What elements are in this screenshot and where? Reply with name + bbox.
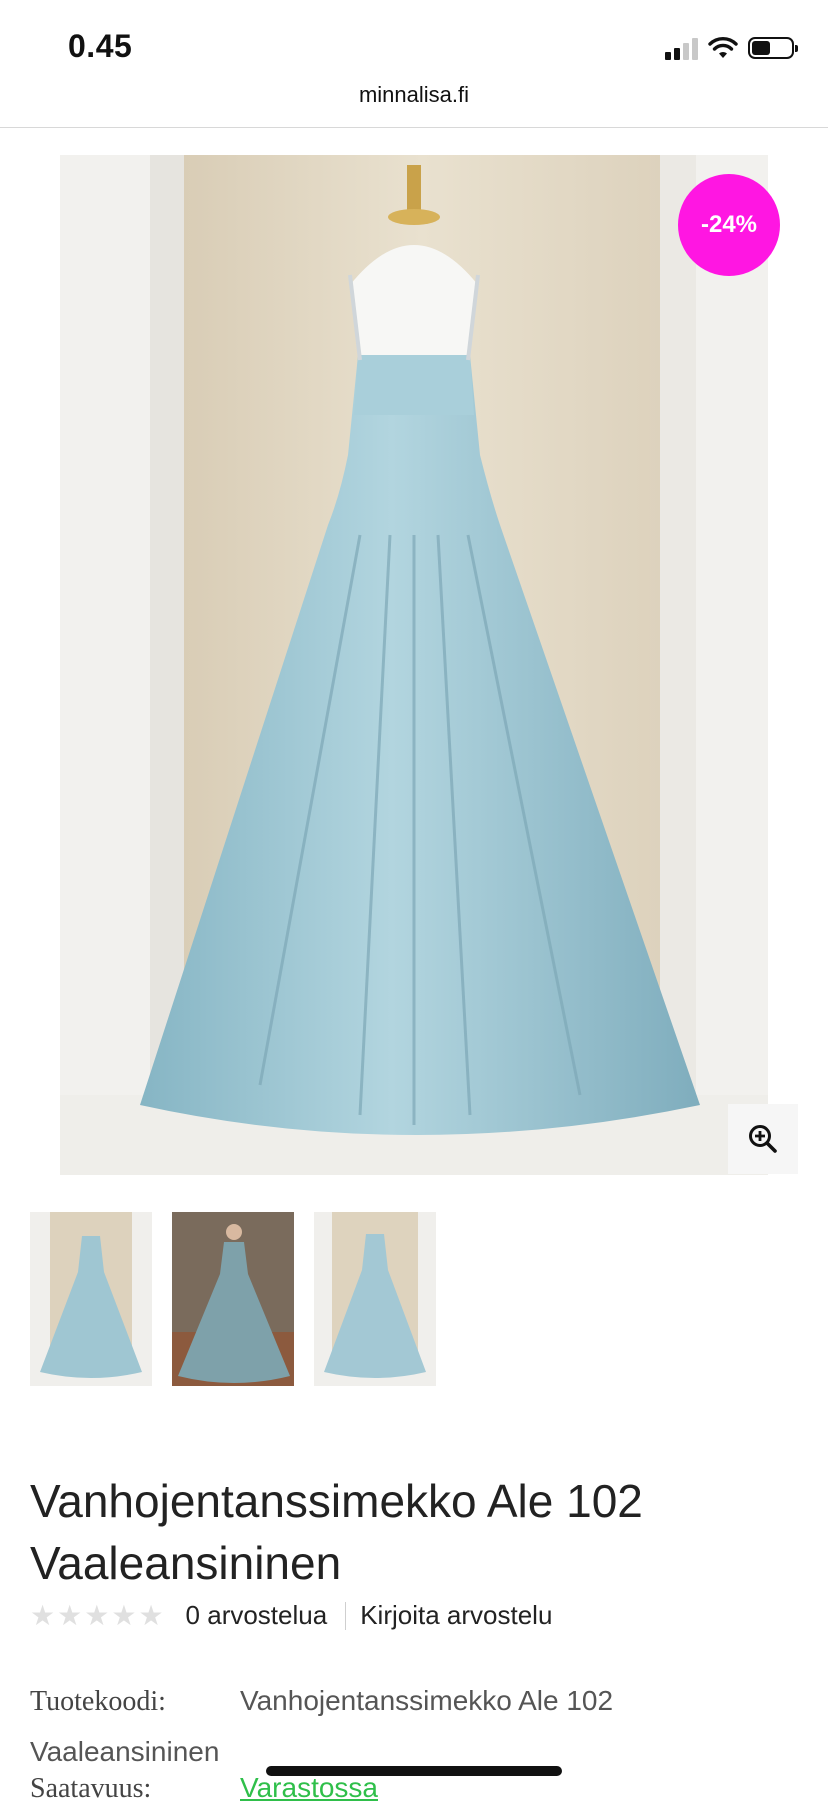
star-icon: ★ — [57, 1599, 83, 1631]
header-divider — [0, 127, 828, 128]
address-bar[interactable]: minnalisa.fi — [0, 82, 828, 108]
availability-label: Saatavuus: — [30, 1773, 152, 1804]
status-icons — [665, 36, 798, 60]
star-icon: ★ — [30, 1599, 56, 1631]
product-code-row: Tuotekoodi: Vanhojentanssimekko Ale 102 V… — [30, 1676, 800, 1777]
product-code-label: Tuotekoodi: — [30, 1686, 166, 1717]
star-icon: ★ — [84, 1599, 110, 1631]
rating-row: ★ ★ ★ ★ ★ 0 arvostelua Kirjoita arvostel… — [30, 1600, 552, 1631]
star-icon: ★ — [138, 1599, 164, 1631]
thumbnail-3[interactable] — [314, 1212, 436, 1386]
reviews-count-link[interactable]: 0 arvostelua — [186, 1600, 328, 1631]
wifi-icon — [708, 37, 738, 58]
zoom-button[interactable] — [728, 1104, 798, 1174]
star-icon: ★ — [111, 1599, 137, 1631]
product-main-image[interactable] — [60, 155, 768, 1175]
home-indicator[interactable] — [266, 1766, 562, 1776]
thumbnail-2[interactable] — [172, 1212, 294, 1386]
product-title: Vanhojentanssimekko Ale 102 Vaaleansinin… — [30, 1475, 643, 1589]
availability-row: Saatavuus: Varastossa — [30, 1772, 378, 1805]
write-review-link[interactable]: Kirjoita arvostelu — [360, 1600, 552, 1631]
sale-badge: -24% — [678, 174, 780, 276]
rating-separator — [345, 1601, 347, 1630]
status-bar: 0.45 — [0, 0, 828, 88]
thumbnail-1[interactable] — [30, 1212, 152, 1386]
thumbnail-gallery — [30, 1212, 436, 1386]
status-time: 0.45 — [68, 28, 133, 64]
availability-value: Varastossa — [240, 1772, 378, 1803]
cellular-signal-icon — [665, 36, 698, 60]
rating-stars: ★ ★ ★ ★ ★ — [30, 1599, 164, 1631]
zoom-in-icon — [749, 1125, 777, 1153]
battery-icon — [748, 37, 798, 59]
